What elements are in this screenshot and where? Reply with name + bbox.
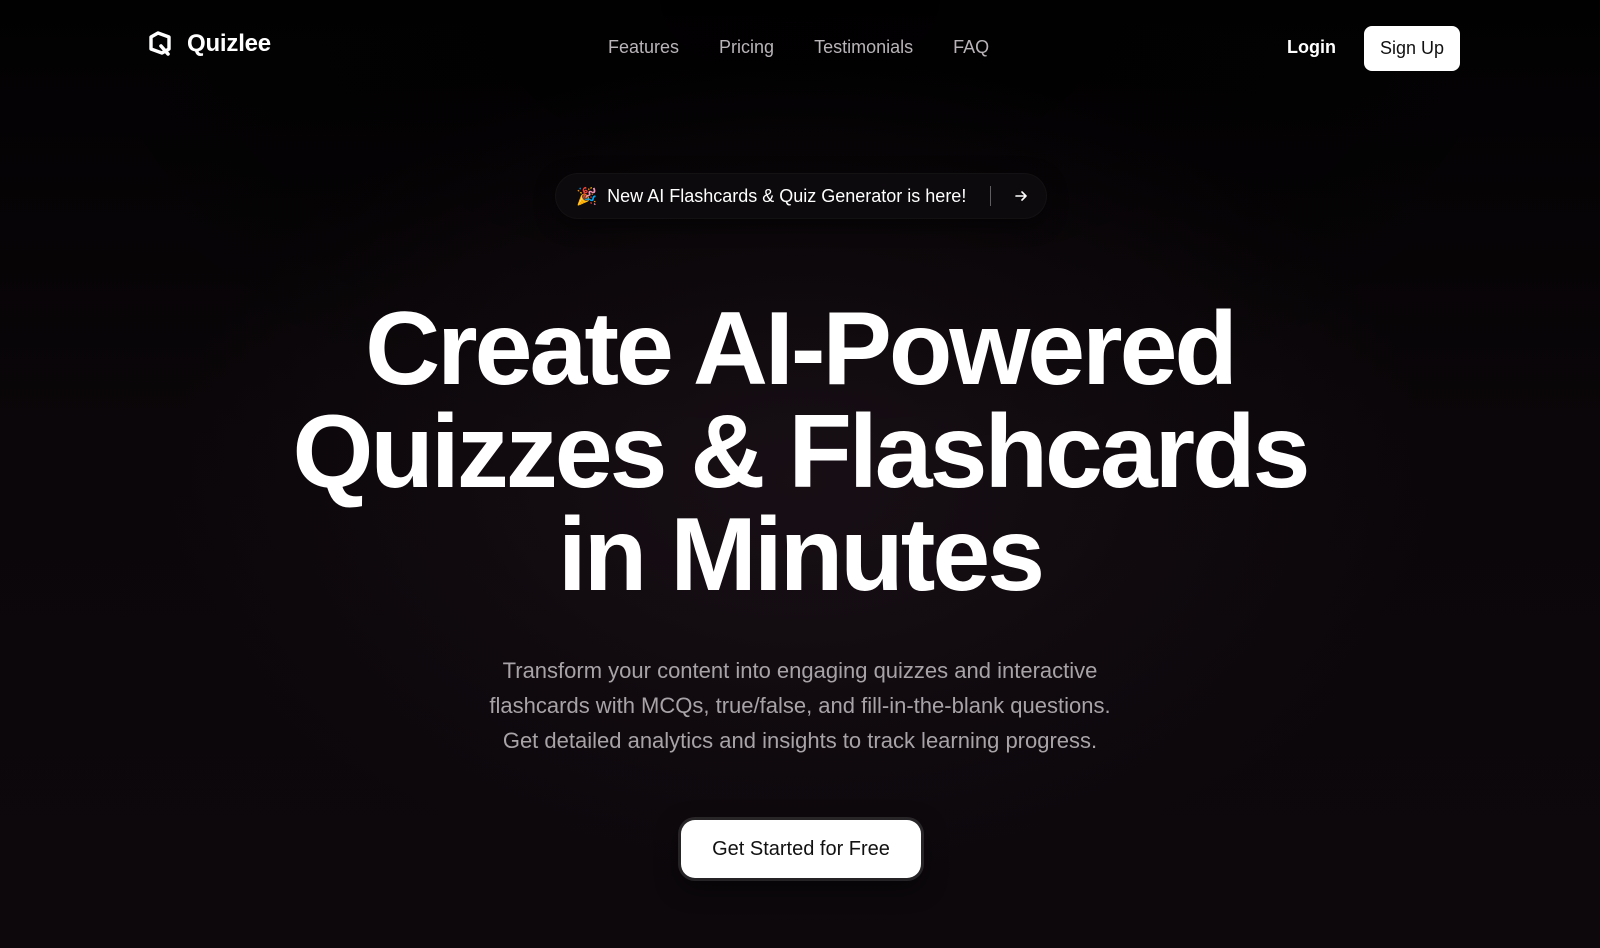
subtext-line-1: Transform your content into engaging qui… <box>502 658 1098 683</box>
nav-link-pricing[interactable]: Pricing <box>719 37 774 58</box>
signup-button[interactable]: Sign Up <box>1364 26 1460 71</box>
headline-line-1: Create AI-Powered <box>365 291 1238 407</box>
login-link[interactable]: Login <box>1287 37 1336 58</box>
hero-headline: Create AI-Powered Quizzes & Flashcards i… <box>0 291 1600 613</box>
announcement-text: New AI Flashcards & Quiz Generator is he… <box>607 185 967 206</box>
subtext-line-3: Get detailed analytics and insights to t… <box>502 728 1098 753</box>
brand-name: Quizlee <box>187 30 271 57</box>
get-started-button[interactable]: Get Started for Free <box>681 820 921 878</box>
subtext-line-2: flashcards with MCQs, true/false, and fi… <box>489 693 1111 718</box>
nav-link-features[interactable]: Features <box>608 37 679 58</box>
announcement-divider <box>990 186 991 206</box>
top-navbar: Quizlee Features Pricing Testimonials FA… <box>0 0 1600 96</box>
nav-link-testimonials[interactable]: Testimonials <box>814 37 913 58</box>
party-popper-icon: 🎉 <box>576 186 598 206</box>
hero-subtext: Transform your content into engaging qui… <box>0 653 1600 758</box>
headline-line-3: in Minutes <box>557 497 1045 613</box>
quizlee-logo-icon <box>147 31 173 57</box>
nav-link-faq[interactable]: FAQ <box>953 37 989 58</box>
nav-links: Features Pricing Testimonials FAQ <box>608 37 989 58</box>
brand-logo[interactable]: Quizlee <box>147 30 271 58</box>
announcement-pill[interactable]: 🎉 New AI Flashcards & Quiz Generator is … <box>556 174 1046 218</box>
arrow-right-icon <box>1012 187 1030 205</box>
headline-line-2: Quizzes & Flashcards <box>292 394 1310 510</box>
